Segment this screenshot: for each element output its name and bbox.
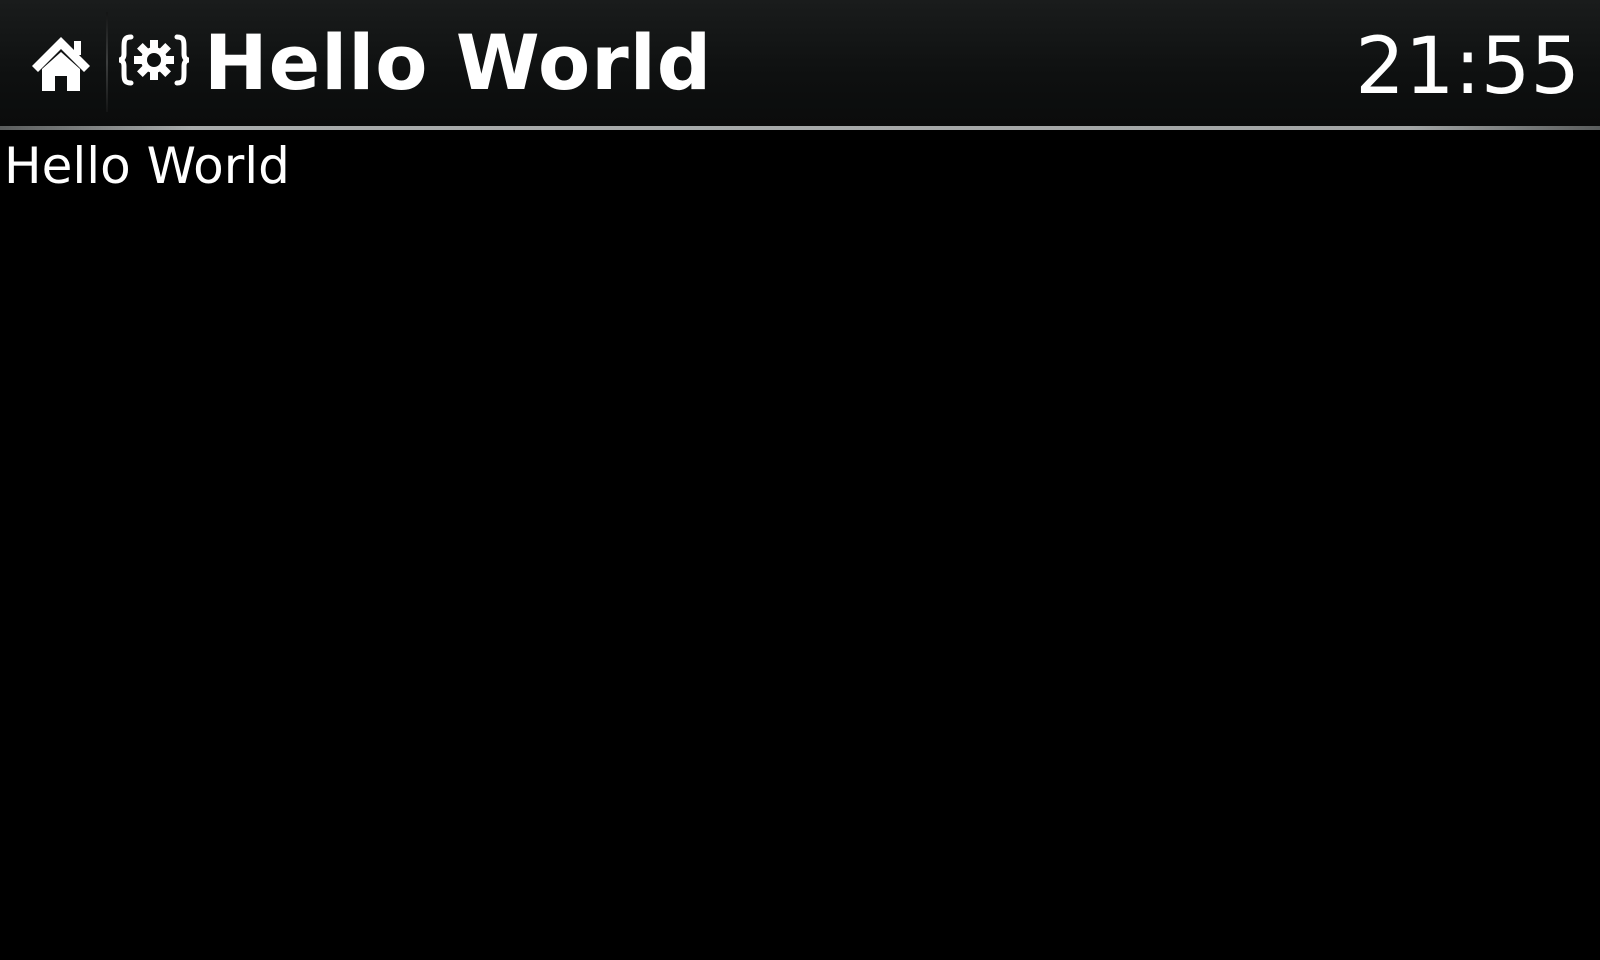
title-bar: Hello World 21:55: [0, 0, 1600, 126]
header-divider: [106, 12, 108, 112]
clock: 21:55: [1355, 22, 1580, 112]
app-title: Hello World: [204, 18, 713, 107]
app-screen: Hello World 21:55 Hello World: [0, 0, 1600, 960]
settings-code-icon: [116, 30, 192, 90]
home-icon: [32, 37, 90, 91]
home-button[interactable]: [22, 26, 100, 100]
content-text: Hello World: [4, 137, 290, 195]
main-content: Hello World: [0, 130, 1600, 960]
